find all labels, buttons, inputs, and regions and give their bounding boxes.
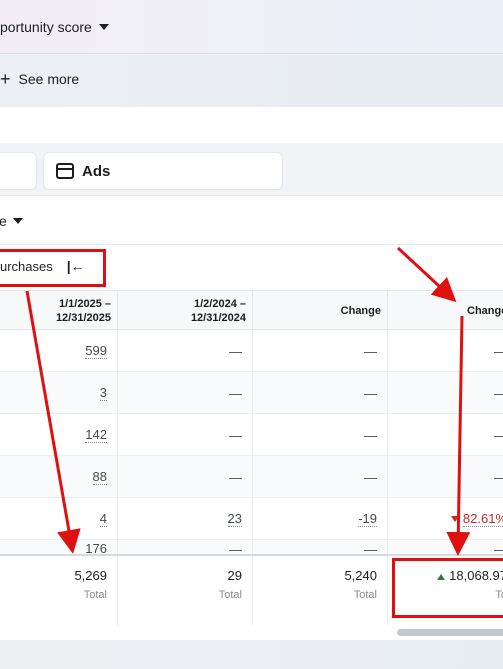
cell-current[interactable]: 3: [0, 372, 117, 414]
cell-change[interactable]: -19: [252, 498, 387, 540]
cell-previous: —: [117, 372, 252, 414]
cell-change-percent: —: [387, 456, 503, 498]
cell-change: —: [252, 330, 387, 372]
tab-ads[interactable]: Ads: [43, 152, 283, 190]
cell-change-percent[interactable]: 82.61%: [387, 498, 503, 540]
cell-change: —: [252, 414, 387, 456]
level-tabs: Ads: [0, 143, 503, 195]
total-previous: 29 Total: [117, 556, 252, 626]
cell-current[interactable]: 88: [0, 456, 117, 498]
bottom-band: [0, 640, 503, 669]
cell-current[interactable]: 599: [0, 330, 117, 372]
annotation-box-purchases: [0, 249, 106, 287]
filter-bar: e: [0, 195, 503, 245]
table-row: 88 — — —: [0, 456, 503, 498]
cell-current[interactable]: 4: [0, 498, 117, 540]
column-header-previous-range[interactable]: 1/2/2024 – 12/31/2024: [117, 291, 252, 331]
cell-previous: —: [117, 414, 252, 456]
top-toolbar: portunity score: [0, 0, 503, 54]
cell-change: —: [252, 456, 387, 498]
column-header-current-range[interactable]: 1/1/2025 – 12/31/2025: [0, 291, 117, 331]
tab-previous[interactable]: [0, 152, 37, 190]
filter-dropdown[interactable]: e: [0, 213, 23, 229]
see-more-button[interactable]: + See more: [0, 69, 80, 89]
chevron-down-icon: [12, 218, 23, 224]
filter-dropdown-label: e: [0, 213, 7, 229]
decrease-arrow-icon: [450, 516, 459, 522]
cell-previous[interactable]: 23: [117, 498, 252, 540]
tab-ads-label: Ads: [82, 162, 111, 180]
annotation-box-change-total: [392, 558, 503, 618]
plus-icon: +: [0, 69, 11, 89]
table-row: 4 23 -19 82.61%: [0, 498, 503, 540]
column-header-change[interactable]: Change: [252, 291, 387, 331]
table-row: 3 — — —: [0, 372, 503, 414]
table-row: 599 — — —: [0, 330, 503, 372]
table-header: 1/1/2025 – 12/31/2025 1/2/2024 – 12/31/2…: [0, 290, 503, 331]
spacer: [0, 107, 503, 143]
cell-previous: —: [117, 456, 252, 498]
cell-change-percent: —: [387, 330, 503, 372]
cell-change-percent: —: [387, 372, 503, 414]
horizontal-scrollbar[interactable]: [397, 629, 503, 636]
total-change: 5,240 Total: [252, 556, 387, 626]
table-row: 142 — — —: [0, 414, 503, 456]
column-header-change-percent[interactable]: Change(: [387, 291, 503, 331]
browser-window-icon: [56, 163, 74, 179]
cell-current[interactable]: 142: [0, 414, 117, 456]
cell-previous: —: [117, 330, 252, 372]
metrics-row: + See more: [0, 55, 503, 107]
chevron-down-icon: [98, 24, 109, 30]
cell-change-percent: —: [387, 414, 503, 456]
cell-change: —: [252, 372, 387, 414]
total-current: 5,269 Total: [0, 556, 117, 626]
opportunity-score-dropdown[interactable]: portunity score: [0, 19, 109, 35]
opportunity-score-label: portunity score: [0, 19, 92, 35]
see-more-label: See more: [18, 71, 80, 87]
